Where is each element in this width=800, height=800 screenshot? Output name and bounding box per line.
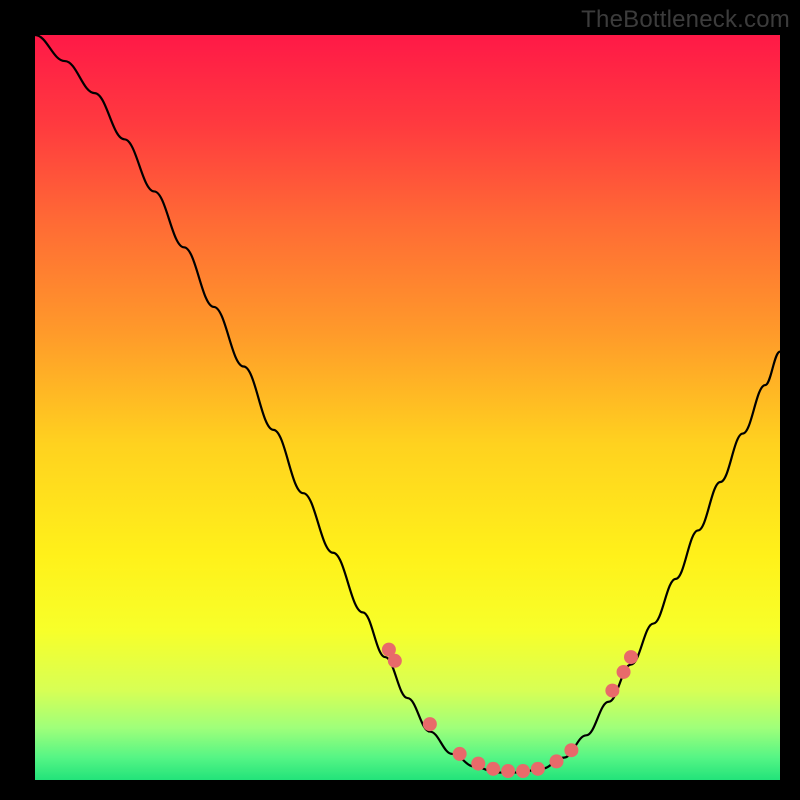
curve-marker (531, 762, 545, 776)
bottleneck-curve (35, 35, 780, 780)
curve-marker (423, 717, 437, 731)
curve-marker (388, 654, 402, 668)
curve-markers (382, 643, 638, 778)
watermark-label: TheBottleneck.com (581, 6, 790, 34)
curve-marker (471, 757, 485, 771)
chart-frame: TheBottleneck.com (0, 0, 800, 800)
curve-marker (605, 684, 619, 698)
plot-area (35, 35, 780, 780)
curve-marker (624, 650, 638, 664)
curve-marker (516, 764, 530, 778)
curve-marker (486, 762, 500, 776)
curve-marker (501, 764, 515, 778)
curve-marker (617, 665, 631, 679)
curve-marker (453, 747, 467, 761)
curve-path (35, 35, 780, 773)
curve-marker (564, 743, 578, 757)
curve-marker (550, 754, 564, 768)
